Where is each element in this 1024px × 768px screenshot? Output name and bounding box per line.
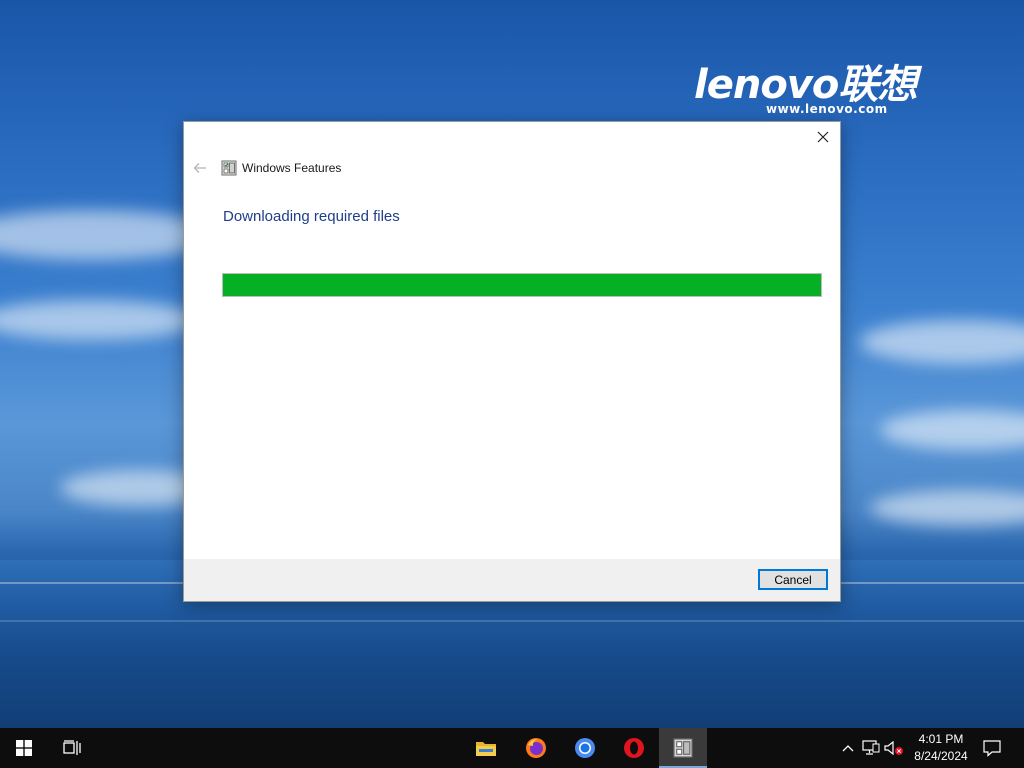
cloud [880,410,1024,450]
dialog-footer: Cancel [184,559,840,601]
chrome-icon [575,738,595,758]
volume-tray-button[interactable] [884,738,904,758]
start-button[interactable] [0,728,48,768]
taskbar-opera[interactable] [610,728,658,768]
clock-time: 4:01 PM [918,732,964,746]
firefox-icon [526,738,546,758]
action-center-button[interactable] [976,728,1008,768]
close-button[interactable] [806,122,840,152]
lenovo-url: www.lenovo.com [766,102,888,116]
windows-features-dialog: Windows Features Downloading required fi… [183,121,841,602]
download-progress-bar [222,273,822,297]
cloud [0,300,200,340]
dialog-title: Windows Features [242,161,342,175]
lenovo-branding: lenovo联想 www.lenovo.com [694,52,974,122]
cancel-button[interactable]: Cancel [758,569,828,590]
back-arrow-icon [193,163,206,173]
taskbar-windows-features[interactable] [659,728,707,768]
task-view-button[interactable] [48,728,96,768]
file-explorer-icon [476,742,496,756]
taskbar-file-explorer[interactable] [462,728,510,768]
notification-icon [983,740,1001,757]
windows-logo-icon [16,740,32,756]
close-icon [817,131,829,143]
progress-fill [223,274,821,296]
opera-icon [624,738,644,758]
volume-muted-icon [884,740,903,756]
chevron-up-icon [842,745,854,752]
dialog-title-row: Windows Features [221,159,341,177]
windows-features-icon [673,738,693,758]
status-heading: Downloading required files [223,208,400,225]
network-tray-button[interactable] [861,738,881,758]
windows-features-icon [221,160,237,176]
taskbar-firefox[interactable] [512,728,560,768]
network-icon [862,740,880,755]
cloud [870,490,1024,526]
clock-date: 8/24/2024 [914,749,968,763]
taskbar-chrome[interactable] [561,728,609,768]
task-view-icon [63,740,81,755]
taskbar: 4:01 PM 8/24/2024 [0,728,1024,768]
wave-line [0,620,1024,622]
back-button[interactable] [190,158,210,178]
taskbar-clock[interactable]: 4:01 PM 8/24/2024 [908,731,974,765]
cloud [860,320,1024,364]
show-hidden-icons-button[interactable] [838,738,858,758]
